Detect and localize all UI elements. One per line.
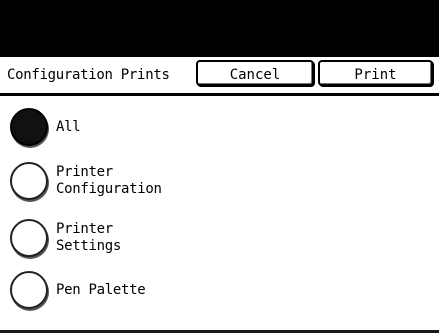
- option-label: Printer Settings: [56, 221, 121, 255]
- option-label: Pen Palette: [56, 282, 146, 299]
- radio-button[interactable]: [10, 219, 48, 257]
- option-label: All: [56, 119, 81, 136]
- header-divider: [0, 93, 439, 96]
- option-printer-configuration[interactable]: Printer Configuration: [10, 162, 430, 210]
- option-label: Printer Configuration: [56, 164, 162, 198]
- cancel-button[interactable]: Cancel: [196, 60, 314, 86]
- page-title: Configuration Prints: [7, 67, 170, 83]
- option-label-line: Printer: [56, 164, 113, 180]
- option-label-line: All: [56, 119, 81, 135]
- header-bar: Configuration Prints Cancel Print: [0, 57, 439, 93]
- option-printer-settings[interactable]: Printer Settings: [10, 219, 430, 267]
- option-label-line: Settings: [56, 238, 122, 254]
- radio-button[interactable]: [10, 271, 48, 309]
- top-status-bar: [0, 0, 439, 57]
- option-all[interactable]: All: [10, 108, 430, 156]
- radio-button-selected[interactable]: [10, 108, 48, 146]
- configuration-prints-screen: Configuration Prints Cancel Print All Pr…: [0, 0, 439, 333]
- option-label-line: Configuration: [56, 181, 162, 197]
- option-label-line: Printer: [56, 221, 113, 237]
- option-pen-palette[interactable]: Pen Palette: [10, 271, 430, 319]
- radio-button[interactable]: [10, 162, 48, 200]
- print-button[interactable]: Print: [318, 60, 433, 86]
- option-label-line: Pen Palette: [56, 282, 146, 298]
